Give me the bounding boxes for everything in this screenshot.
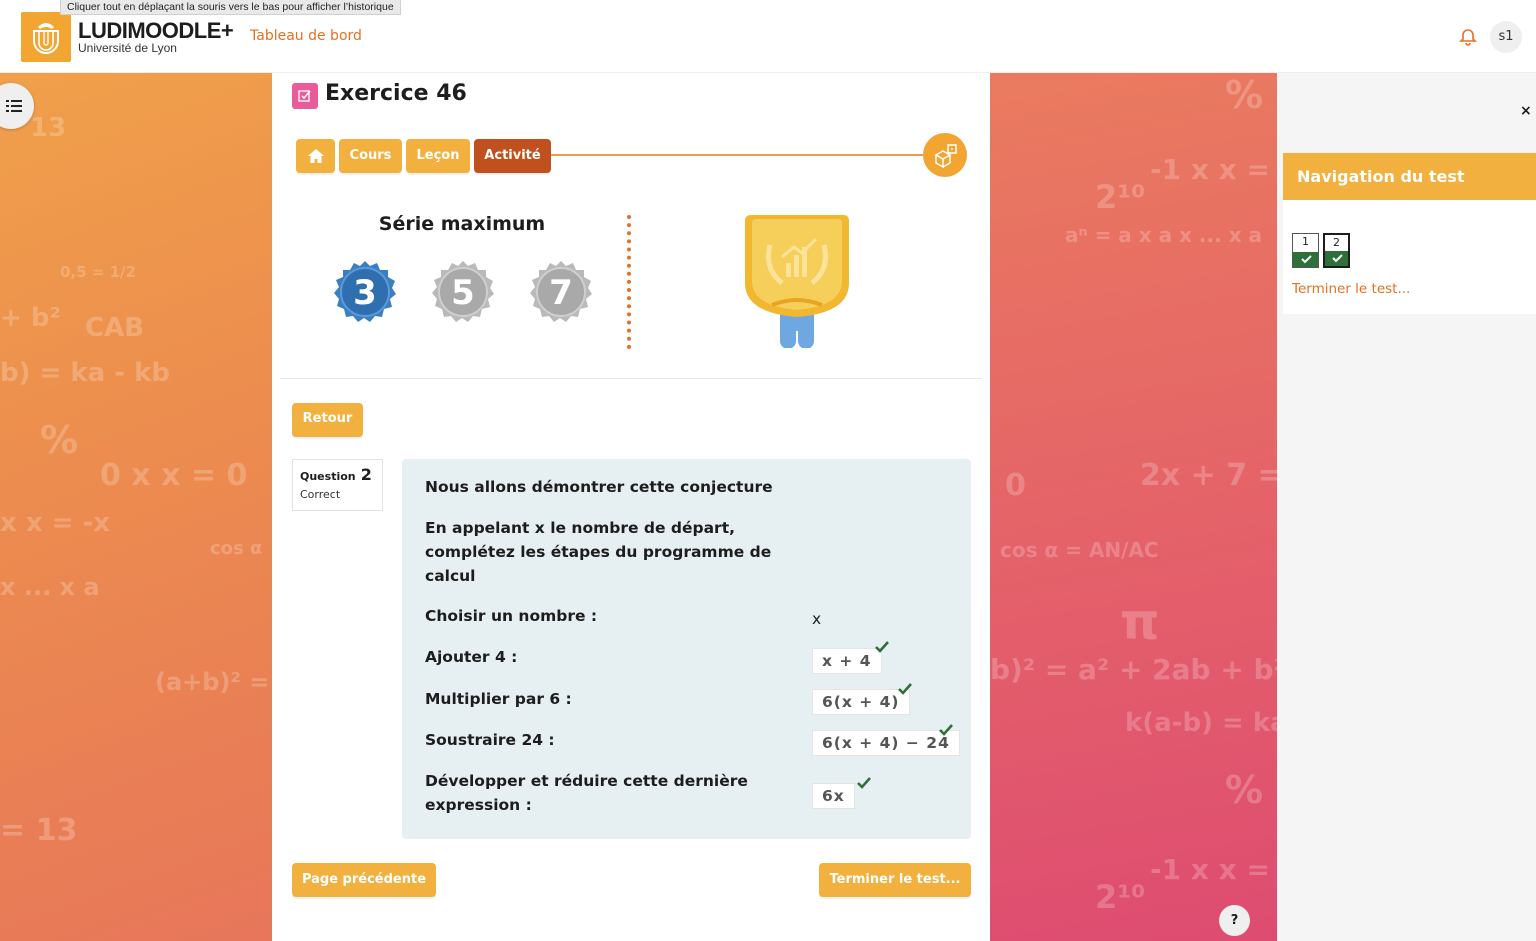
right-background: % -1 x x = 2¹⁰ aⁿ = a x a x ... x a 2x +… <box>990 73 1277 941</box>
finish-test-link[interactable]: Terminer le test... <box>1292 281 1410 297</box>
quiz-navigation-drawer: × Navigation du test 1 2 Terminer le tes… <box>1277 73 1536 941</box>
logo[interactable] <box>21 12 71 62</box>
close-icon[interactable]: × <box>1520 103 1532 119</box>
step-label-4: Soustraire 24 : <box>425 731 555 749</box>
quiz-nav-number: 1 <box>1302 235 1309 248</box>
brand-subtitle: Université de Lyon <box>78 41 177 55</box>
dice-icon <box>934 144 957 169</box>
step-answer-2[interactable]: x + 4 <box>812 648 882 674</box>
step-label-5: Développer et réduire cette dernière exp… <box>425 772 748 814</box>
check-icon <box>898 683 912 695</box>
dashboard-link[interactable]: Tableau de bord <box>250 28 362 44</box>
correct-state <box>1293 252 1318 267</box>
retour-button[interactable]: Retour <box>292 403 363 437</box>
svg-text:3: 3 <box>353 273 377 313</box>
question-number: 2 <box>360 465 372 484</box>
step-label-2: Ajouter 4 : <box>425 648 518 666</box>
breadcrumb-cours[interactable]: Cours <box>339 139 402 173</box>
serie-badge-7: 7 <box>530 261 592 322</box>
previous-page-button[interactable]: Page précédente <box>292 863 436 897</box>
check-icon <box>1301 255 1312 264</box>
step-answer-5[interactable]: 6x <box>812 783 855 809</box>
step-label-1: Choisir un nombre : <box>425 607 598 625</box>
trophy-shield-icon <box>745 215 849 348</box>
dice-button[interactable] <box>923 133 967 177</box>
main-content-card: Exercice 46 Cours Leçon Activité Série m… <box>272 73 990 933</box>
breadcrumb-activite[interactable]: Activité <box>474 139 551 173</box>
quiz-navigation-panel: Navigation du test 1 2 Terminer le test.… <box>1283 153 1536 314</box>
quiz-nav-number: 2 <box>1333 236 1340 249</box>
step-answer-4[interactable]: 6(x + 4) − 24 <box>812 730 960 756</box>
question-info: Question 2 Correct <box>292 459 383 511</box>
bell-icon[interactable] <box>1458 27 1478 47</box>
correct-state <box>1325 251 1348 266</box>
quiz-nav-question-1[interactable]: 1 <box>1292 233 1319 268</box>
svg-text:7: 7 <box>549 273 573 313</box>
dotted-separator <box>627 215 631 349</box>
serie-badge-5: 5 <box>432 261 494 322</box>
check-icon <box>875 641 889 653</box>
serie-title: Série maximum <box>378 213 546 235</box>
check-icon <box>939 724 953 736</box>
list-icon <box>6 100 22 112</box>
university-crest-icon <box>33 23 59 54</box>
quiz-icon <box>292 83 318 109</box>
breadcrumb-lecon[interactable]: Leçon <box>406 139 470 173</box>
help-button[interactable]: ? <box>1219 905 1250 936</box>
step-label-3: Multiplier par 6 : <box>425 690 572 708</box>
left-background: 13 0,5 = 1/2 + b² CAB b) = ka - kb % 0 x… <box>0 73 272 941</box>
finish-test-button[interactable]: Terminer le test... <box>819 863 971 897</box>
breadcrumb-home[interactable] <box>296 139 335 173</box>
user-avatar[interactable]: s1 <box>1490 21 1522 53</box>
question-intro: Nous allons démontrer cette conjecture <box>425 478 773 496</box>
check-icon <box>857 777 871 789</box>
page-title: Exercice 46 <box>325 81 467 106</box>
svg-text:5: 5 <box>451 273 475 313</box>
step-answer-1: x <box>812 610 822 628</box>
serie-badge-3: 3 <box>334 261 396 322</box>
quiz-nav-question-2[interactable]: 2 <box>1323 233 1350 268</box>
breadcrumb-line <box>547 154 927 156</box>
quiz-navigation-title: Navigation du test <box>1283 153 1536 200</box>
home-icon <box>307 149 324 163</box>
step-answer-3[interactable]: 6(x + 4) <box>812 689 910 715</box>
question-state: Correct <box>300 488 341 501</box>
history-tooltip: Cliquer tout en déplaçant la souris vers… <box>60 0 401 15</box>
question-instruction: En appelant x le nombre de départ, compl… <box>425 519 772 585</box>
check-icon <box>1332 254 1343 263</box>
section-divider <box>280 378 982 379</box>
question-content: Nous allons démontrer cette conjecture E… <box>402 459 971 839</box>
question-label: Question <box>300 470 356 483</box>
